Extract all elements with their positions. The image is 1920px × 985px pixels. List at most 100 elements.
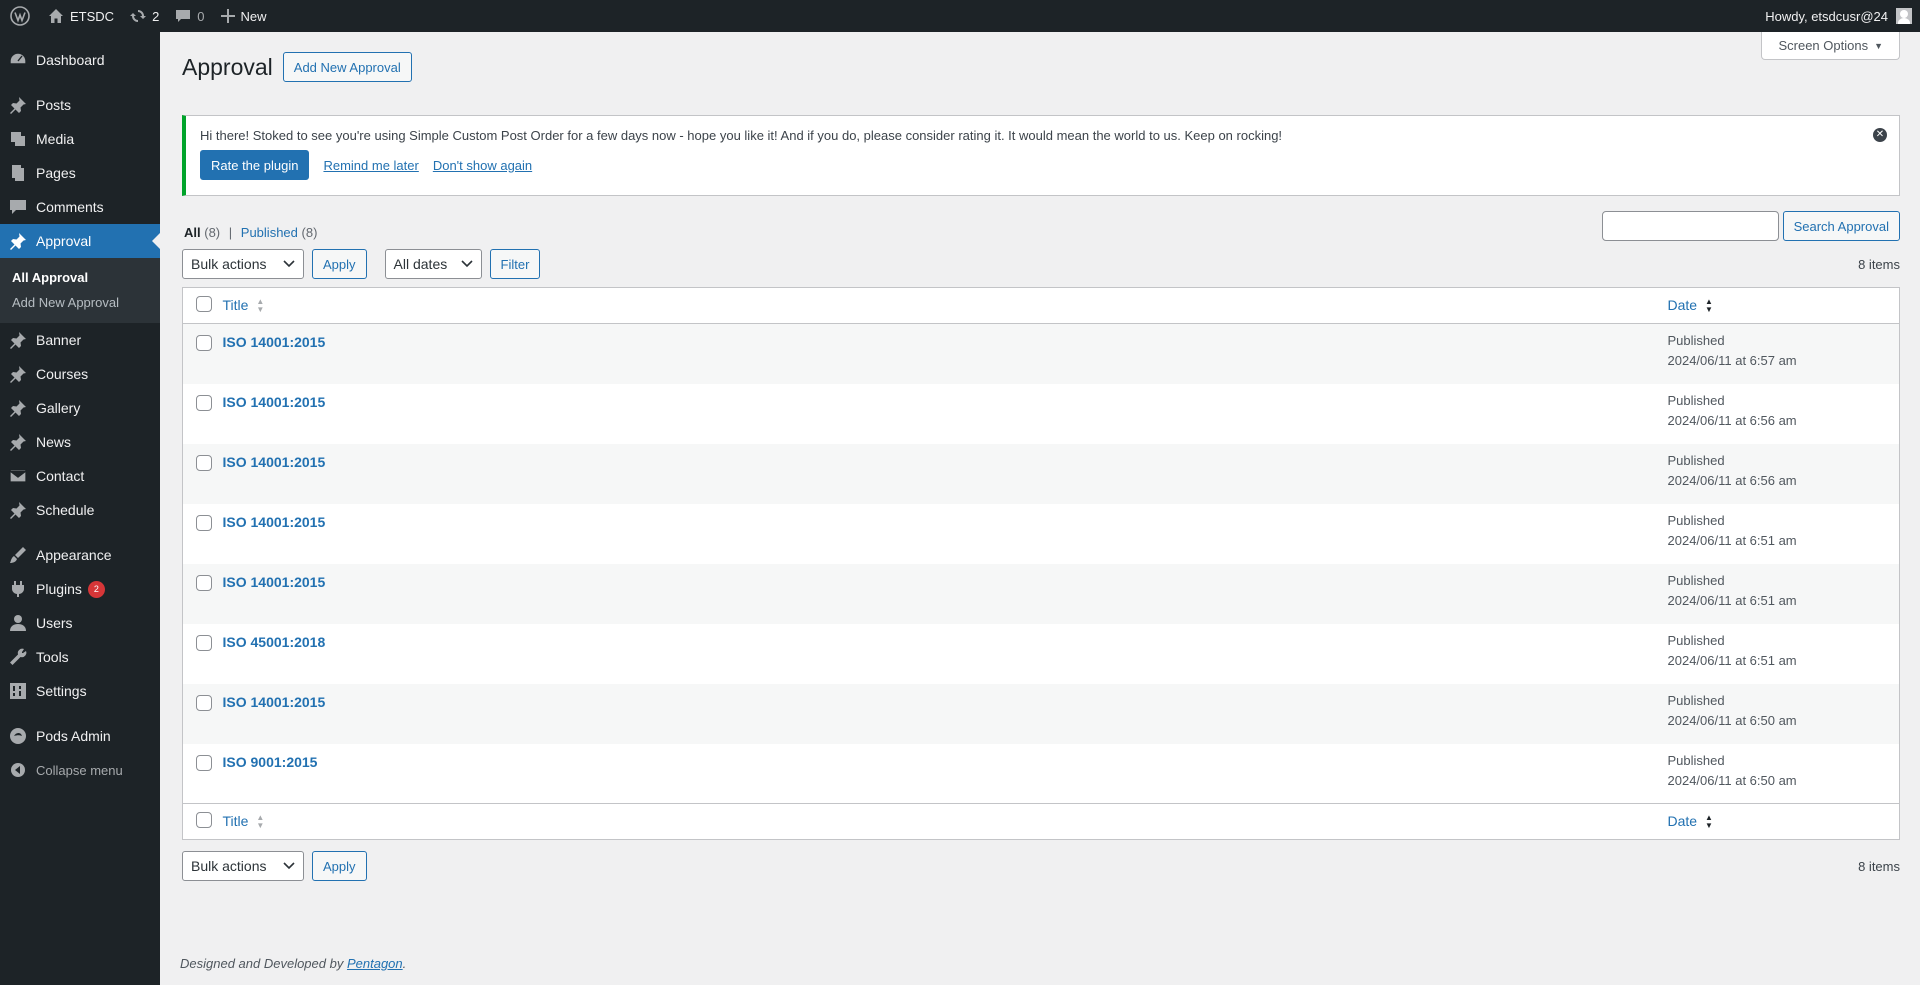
sidebar-item-tools[interactable]: Tools <box>0 640 160 674</box>
wordpress-logo-button[interactable] <box>0 0 40 32</box>
row-title-link[interactable]: ISO 14001:2015 <box>223 513 326 530</box>
admin-sidebar: Dashboard Posts Media Pages Comments Approva… <box>0 32 160 985</box>
row-title-link[interactable]: ISO 14001:2015 <box>223 693 326 710</box>
title-cell: ISO 14001:2015 <box>223 684 1668 744</box>
new-content-link[interactable]: New <box>213 0 275 32</box>
filter-published-link[interactable]: Published <box>241 225 298 240</box>
row-checkbox[interactable] <box>196 335 212 351</box>
row-checkbox[interactable] <box>196 514 212 531</box>
title-sort-link[interactable]: Title <box>223 297 249 313</box>
sidebar-item-media[interactable]: Media <box>0 122 160 156</box>
row-checkbox[interactable] <box>196 574 212 591</box>
date-column-footer[interactable]: Date ▲ ▼ <box>1667 803 1900 840</box>
dates-select[interactable]: All dates <box>384 249 482 279</box>
sidebar-item-label: Posts <box>36 97 72 113</box>
new-label: New <box>240 8 267 24</box>
sidebar-item-appearance[interactable]: Appearance <box>0 538 160 572</box>
title-column-header[interactable]: Title ▲ ▼ <box>222 287 1668 324</box>
sidebar-item-pages[interactable]: Pages <box>0 156 160 190</box>
pin-icon <box>8 364 28 384</box>
table-row: ISO 14001:2015 Published 2024/06/11 at 6:5… <box>182 563 1900 624</box>
search-box: Search Approval <box>1601 211 1900 241</box>
sidebar-item-posts[interactable]: Posts <box>0 88 160 122</box>
collapse-menu-button[interactable]: Collapse menu <box>0 753 160 787</box>
table-row: ISO 14001:2015 Published 2024/06/11 at 6:5… <box>183 384 1900 444</box>
row-date: 2024/06/11 at 6:51 am <box>1667 652 1797 668</box>
footer-credit-link[interactable]: Pentagon <box>347 956 403 971</box>
row-checkbox[interactable] <box>196 634 212 651</box>
sidebar-item-plugins[interactable]: Plugins 2 <box>0 572 160 606</box>
row-title-link[interactable]: ISO 14001:2015 <box>223 453 326 470</box>
dont-show-again-link[interactable]: Don't show again <box>433 158 532 173</box>
sidebar-item-banner[interactable]: Banner <box>0 323 160 357</box>
rate-plugin-button[interactable]: Rate the plugin <box>200 150 310 180</box>
search-approval-button[interactable]: Search Approval <box>1782 211 1900 241</box>
status-filter-links: All (8) | Published (8) <box>184 225 317 240</box>
bulk-actions-select-top[interactable]: Bulk actions <box>182 249 304 279</box>
howdy-user-link[interactable]: Howdy, etsdcusr@24 <box>1765 9 1888 24</box>
screen-options-button[interactable]: Screen Options ▼ <box>1761 32 1900 60</box>
sort-icon: ▲ ▼ <box>256 813 265 831</box>
row-checkbox[interactable] <box>196 754 212 771</box>
row-title-link[interactable]: ISO 9001:2015 <box>223 753 318 770</box>
remind-later-link[interactable]: Remind me later <box>323 158 418 173</box>
sidebar-item-label: Users <box>36 615 73 631</box>
row-checkbox[interactable] <box>196 694 212 711</box>
sidebar-item-dashboard[interactable]: Dashboard <box>0 43 160 77</box>
sidebar-item-label: Media <box>36 131 75 147</box>
date-column-header[interactable]: Date ▲ ▼ <box>1667 287 1900 324</box>
updates-link[interactable]: 2 <box>122 0 167 32</box>
mail-icon <box>8 466 28 486</box>
select-all-checkbox[interactable] <box>196 296 212 312</box>
bulk-actions-select-bottom[interactable]: Bulk actions <box>182 851 304 881</box>
search-input[interactable] <box>1601 211 1779 241</box>
date-sort-link[interactable]: Date <box>1668 297 1698 313</box>
apply-button-bottom[interactable]: Apply <box>312 851 367 881</box>
sidebar-item-contact[interactable]: Contact <box>0 459 160 493</box>
tablenav-top: Bulk actions Apply All dates Filter 8 it… <box>182 249 1900 279</box>
avatar[interactable] <box>1896 8 1912 24</box>
table-row: ISO 14001:2015 Published 2024/06/11 at 6:5… <box>182 683 1900 744</box>
row-checkbox[interactable] <box>196 394 212 411</box>
pin-icon <box>8 500 28 520</box>
page-heading: Approval Add New Approval <box>182 52 412 82</box>
select-all-checkbox-bottom[interactable] <box>196 812 212 828</box>
row-title-link[interactable]: ISO 14001:2015 <box>223 393 326 410</box>
submenu-item-all-approval[interactable]: All Approval <box>0 265 160 290</box>
sidebar-item-pods-admin[interactable]: Pods Admin <box>0 719 160 753</box>
sidebar-item-news[interactable]: News <box>0 425 160 459</box>
title-column-footer[interactable]: Title ▲ ▼ <box>222 803 1668 840</box>
sidebar-item-settings[interactable]: Settings <box>0 674 160 708</box>
media-icon <box>8 129 28 149</box>
sidebar-item-gallery[interactable]: Gallery <box>0 391 160 425</box>
apply-button-top[interactable]: Apply <box>312 249 367 279</box>
sidebar-item-label: Tools <box>36 649 69 665</box>
row-title-link[interactable]: ISO 14001:2015 <box>223 573 326 590</box>
dismiss-notice-icon[interactable]: ✕ <box>1873 128 1887 142</box>
site-name-link[interactable]: ETSDC <box>40 0 122 32</box>
sidebar-item-label: Gallery <box>36 400 81 416</box>
filter-all-link[interactable]: All <box>184 225 201 240</box>
filter-separator: | <box>228 225 233 240</box>
wrench-icon <box>8 647 28 667</box>
filter-button[interactable]: Filter <box>489 249 541 279</box>
row-status: Published <box>1667 752 1725 768</box>
row-title-link[interactable]: ISO 45001:2018 <box>223 633 326 650</box>
title-sort-link-bottom[interactable]: Title <box>223 813 249 829</box>
sidebar-item-schedule[interactable]: Schedule <box>0 493 160 527</box>
sidebar-item-users[interactable]: Users <box>0 606 160 640</box>
comments-link[interactable]: 0 <box>167 0 212 32</box>
row-checkbox[interactable] <box>196 454 212 471</box>
submenu-item-add-new-approval[interactable]: Add New Approval <box>0 290 160 315</box>
menu-group-pods: Pods Admin <box>0 719 160 753</box>
row-date: 2024/06/11 at 6:51 am <box>1667 592 1797 608</box>
date-sort-link-bottom[interactable]: Date <box>1668 813 1698 829</box>
sidebar-item-courses[interactable]: Courses <box>0 357 160 391</box>
table-row: ISO 14001:2015 Published 2024/06/11 at 6:5… <box>183 504 1900 564</box>
sidebar-item-comments[interactable]: Comments <box>0 190 160 224</box>
add-new-approval-button[interactable]: Add New Approval <box>282 52 412 82</box>
home-icon <box>49 9 63 23</box>
sidebar-item-approval[interactable]: Approval <box>0 224 160 258</box>
row-title-link[interactable]: ISO 14001:2015 <box>223 333 326 350</box>
collapse-menu-label: Collapse menu <box>36 762 123 778</box>
